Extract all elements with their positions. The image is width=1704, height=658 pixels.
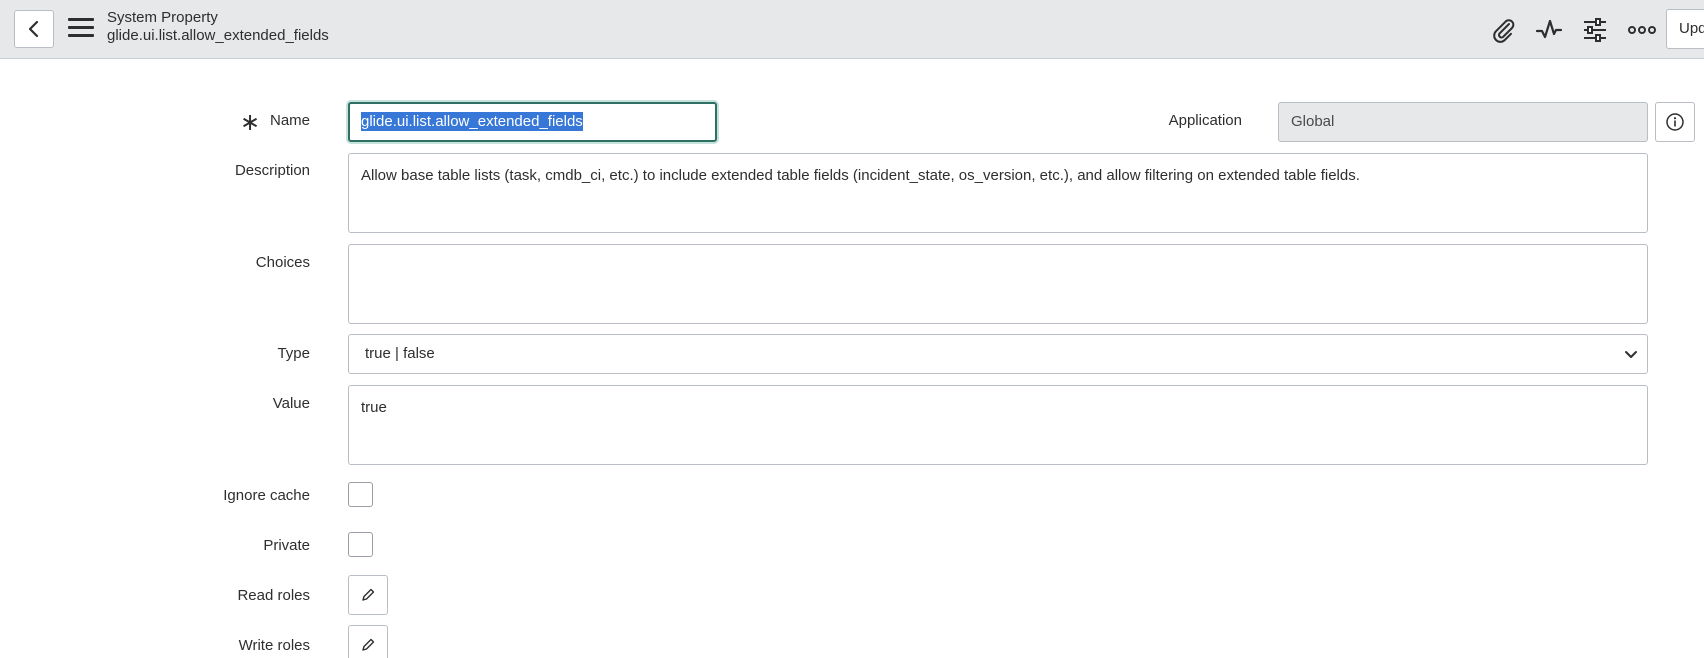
chevron-left-icon (28, 20, 39, 38)
form-title: System Property (107, 9, 218, 26)
ignore-cache-checkbox[interactable] (348, 482, 373, 507)
type-label: Type (277, 345, 310, 362)
application-label: Application (1168, 112, 1242, 129)
description-textarea[interactable]: Allow base table lists (task, cmdb_ci, e… (348, 153, 1648, 233)
name-input[interactable]: glide.ui.list.allow_extended_fields (348, 102, 717, 142)
type-select[interactable]: true | false (348, 334, 1648, 374)
pencil-icon (362, 638, 375, 651)
more-icon[interactable] (1627, 15, 1657, 45)
form-header: System Property glide.ui.list.allow_exte… (0, 0, 1704, 59)
choices-label: Choices (255, 254, 310, 271)
private-checkbox[interactable] (348, 532, 373, 557)
name-label: Name (269, 112, 310, 129)
choices-textarea[interactable] (348, 244, 1648, 324)
chevron-down-icon (1625, 351, 1637, 358)
form-subtitle: glide.ui.list.allow_extended_fields (107, 27, 329, 44)
type-selected-value: true | false (365, 345, 435, 362)
sliders-icon[interactable] (1580, 15, 1610, 45)
mandatory-indicator-icon: ∗ (240, 109, 261, 136)
description-label: Description (234, 162, 310, 179)
hamburger-menu-icon[interactable] (68, 18, 94, 40)
update-button[interactable]: Upd (1666, 9, 1704, 49)
name-value: glide.ui.list.allow_extended_fields (361, 112, 583, 131)
write-roles-label: Write roles (238, 637, 310, 654)
info-icon (1666, 113, 1684, 131)
value-textarea[interactable]: true (348, 385, 1648, 465)
private-label: Private (263, 537, 310, 554)
application-field: Global (1278, 102, 1648, 142)
paperclip-icon[interactable] (1488, 15, 1518, 45)
read-roles-label: Read roles (237, 587, 310, 604)
back-button[interactable] (14, 10, 54, 48)
value-label: Value (272, 395, 310, 412)
application-info-button[interactable] (1655, 102, 1695, 142)
write-roles-edit-button[interactable] (348, 625, 388, 658)
pencil-icon (362, 588, 375, 601)
read-roles-edit-button[interactable] (348, 575, 388, 615)
title-block: System Property glide.ui.list.allow_exte… (107, 9, 329, 45)
ignore-cache-label: Ignore cache (223, 487, 310, 504)
activity-icon[interactable] (1534, 15, 1564, 45)
